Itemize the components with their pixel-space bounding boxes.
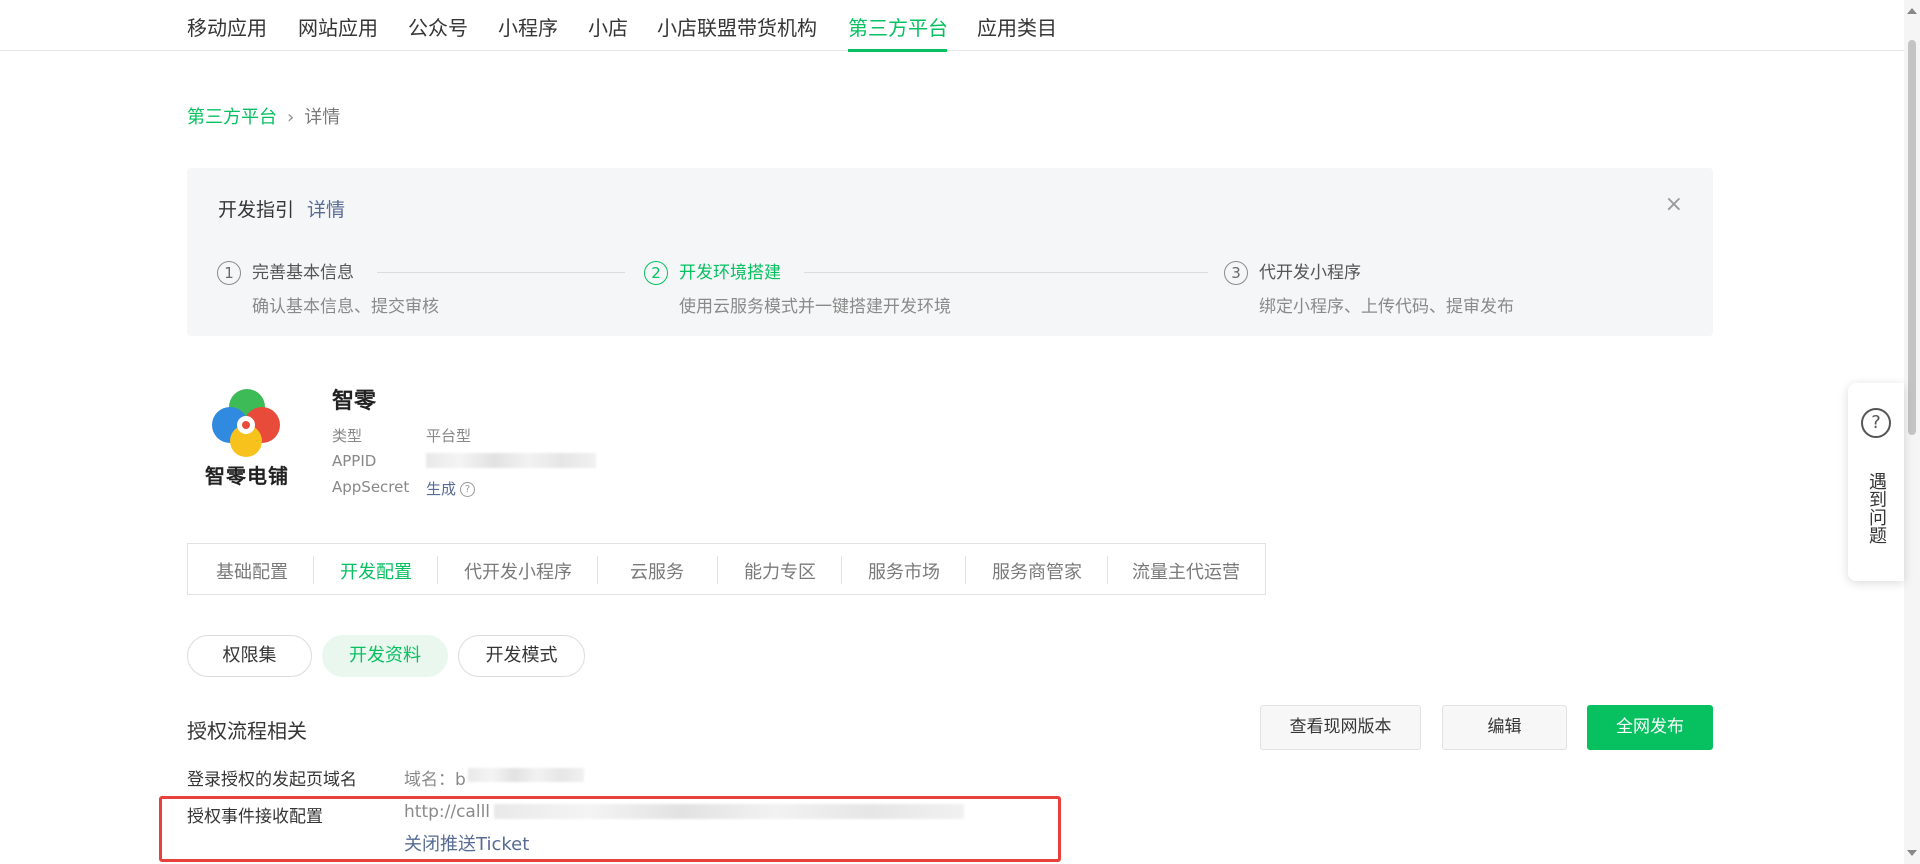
help-float-text: 遇到问题 (1866, 472, 1887, 544)
tab-divider (717, 556, 718, 584)
type-label: 类型 (332, 427, 363, 445)
step-title: 开发环境搭建 (679, 263, 781, 283)
top-nav: 移动应用 网站应用 公众号 小程序 小店 小店联盟带货机构 第三方平台 应用类目 (0, 0, 1904, 52)
scroll-up-icon[interactable] (1907, 8, 1917, 14)
step-desc: 绑定小程序、上传代码、提审发布 (1259, 297, 1514, 317)
appsecret-label: AppSecret (332, 478, 410, 496)
appid-value-redacted (426, 453, 596, 468)
tab-capability-zone[interactable]: 能力专区 (744, 558, 816, 584)
section-title: 授权流程相关 (187, 719, 307, 743)
step-number: 1 (217, 261, 241, 285)
edit-button[interactable]: 编辑 (1442, 705, 1567, 750)
step-desc: 使用云服务模式并一键搭建开发环境 (679, 297, 951, 317)
nav-shop[interactable]: 小店 (588, 12, 628, 41)
breadcrumb-parent[interactable]: 第三方平台 (187, 107, 277, 128)
step-connector (804, 272, 1208, 273)
dev-guide-panel: 开发指引 详情 × 1 完善基本信息 确认基本信息、提交审核 2 开发环境搭建 … (187, 168, 1713, 336)
nav-shop-alliance[interactable]: 小店联盟带货机构 (657, 12, 817, 41)
tab-basic-config[interactable]: 基础配置 (216, 558, 288, 584)
tab-service-market[interactable]: 服务市场 (868, 558, 940, 584)
highlight-annotation-box (159, 796, 1061, 862)
type-value: 平台型 (426, 427, 472, 445)
appsecret-value: 生成? (426, 478, 476, 499)
guide-title: 开发指引 (218, 199, 295, 221)
help-float-button[interactable]: ? 遇到问题 (1848, 383, 1904, 581)
app-name: 智零 (332, 389, 377, 414)
step-number: 3 (1224, 261, 1248, 285)
help-icon[interactable]: ? (460, 482, 476, 497)
tab-cloud-service[interactable]: 云服务 (630, 558, 684, 584)
nav-official-account[interactable]: 公众号 (408, 12, 468, 41)
step-desc: 确认基本信息、提交审核 (252, 297, 439, 317)
tab-divider (841, 556, 842, 584)
nav-website-app[interactable]: 网站应用 (298, 12, 378, 41)
breadcrumb-current: 详情 (304, 107, 341, 128)
close-icon[interactable]: × (1665, 192, 1683, 217)
step-connector (377, 272, 625, 273)
nav-app-category[interactable]: 应用类目 (977, 12, 1057, 41)
question-icon: ? (1861, 408, 1891, 438)
nav-active-underline (848, 49, 947, 52)
tab-traffic-operation[interactable]: 流量主代运营 (1132, 558, 1240, 584)
scroll-thumb[interactable] (1908, 40, 1916, 435)
pill-permission-set[interactable]: 权限集 (187, 635, 312, 677)
config-tabs: 基础配置 开发配置 代开发小程序 云服务 能力专区 服务市场 服务商管家 流量主… (187, 543, 1266, 595)
tab-dev-config[interactable]: 开发配置 (340, 558, 412, 584)
publish-all-button[interactable]: 全网发布 (1587, 705, 1713, 750)
nav-mini-program[interactable]: 小程序 (498, 12, 558, 41)
tab-proxy-dev[interactable]: 代开发小程序 (464, 558, 572, 584)
breadcrumb: 第三方平台 › 详情 (187, 103, 340, 129)
breadcrumb-separator: › (287, 107, 295, 128)
domain-value-redacted (468, 768, 584, 782)
domain-value: 域名：b (404, 770, 466, 790)
page-scrollbar[interactable] (1904, 0, 1920, 864)
scroll-down-icon[interactable] (1907, 850, 1917, 856)
tab-divider (597, 556, 598, 584)
tab-divider (313, 556, 314, 584)
guide-detail-link[interactable]: 详情 (307, 195, 345, 222)
app-logo-text: 智零电铺 (205, 464, 289, 488)
pill-dev-materials[interactable]: 开发资料 (322, 635, 448, 677)
tab-service-butler[interactable]: 服务商管家 (992, 558, 1082, 584)
step-number: 2 (644, 261, 668, 285)
tab-divider (1107, 556, 1108, 584)
step-title: 完善基本信息 (252, 263, 354, 283)
tab-divider (437, 556, 438, 584)
appid-label: APPID (332, 452, 377, 470)
nav-mobile-app[interactable]: 移动应用 (187, 12, 267, 41)
nav-third-party-platform[interactable]: 第三方平台 (848, 12, 948, 41)
domain-label: 登录授权的发起页域名 (187, 770, 357, 790)
pill-dev-mode[interactable]: 开发模式 (458, 635, 585, 677)
generate-secret-link[interactable]: 生成 (426, 480, 456, 498)
tab-divider (965, 556, 966, 584)
step-title: 代开发小程序 (1259, 263, 1361, 283)
view-live-version-button[interactable]: 查看现网版本 (1260, 705, 1421, 750)
